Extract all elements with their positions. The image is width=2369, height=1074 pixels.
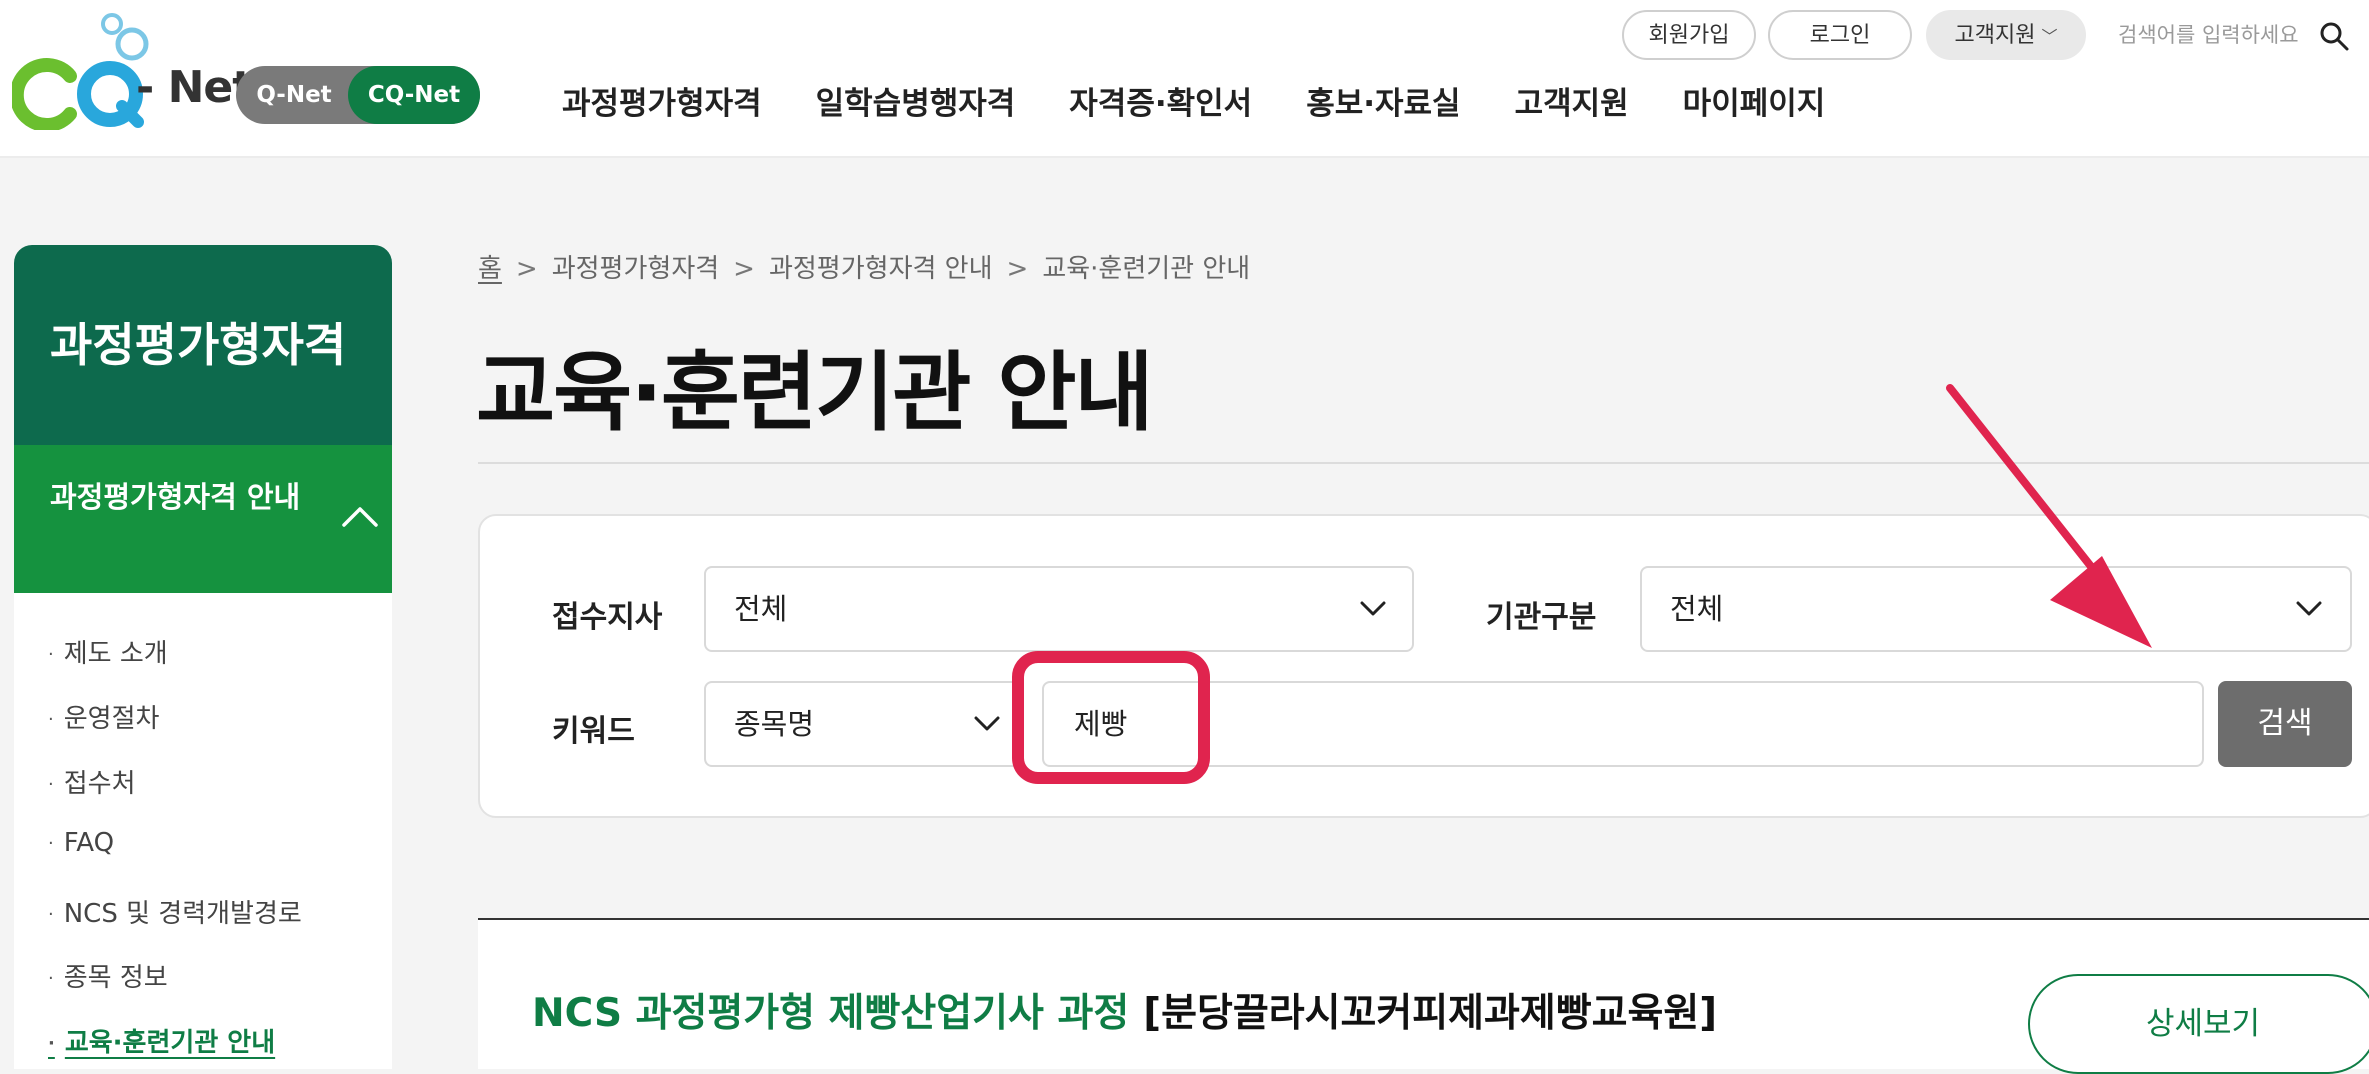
site-header: - Net Q-Net CQ-Net 과정평가형자격 일학습병행자격 자격증·확… [0,0,2369,158]
logo-net-text: - Net [136,62,253,113]
result-institute-name: [분당끌라시꼬커피제과제빵교육원] [1143,991,1718,1036]
sidebar-item-label: 제도 소개 [63,639,168,669]
sidebar-item-faq[interactable]: · FAQ [48,828,114,858]
sidebar-title: 과정평가형자격 [50,318,347,372]
result-course-name: NCS 과정평가형 제빵산업기사 과정 [532,991,1130,1036]
header-search-input[interactable]: 검색어를 입력하세요 [2118,10,2299,60]
keyword-input-value: 제빵 [1074,707,1128,741]
cq-net-toggle[interactable]: CQ-Net [348,66,480,124]
sidebar-section-label: 과정평가형자격 안내 [50,480,301,514]
bullet-icon: · [48,968,54,989]
bullet-icon: · [48,1033,55,1054]
keyword-type-value: 종목명 [734,707,815,741]
main-nav: 과정평가형자격 일학습병행자격 자격증·확인서 홍보·자료실 고객지원 마이페이… [562,78,1879,123]
title-divider [478,462,2369,464]
chevron-down-icon [1360,601,1386,616]
search-icon[interactable] [2318,20,2350,52]
branch-label: 접수지사 [552,600,663,635]
support-label: 고객지원 [1954,23,2036,48]
breadcrumb-item[interactable]: 과정평가형자격 [552,254,719,284]
bullet-icon: · [48,774,54,795]
sidebar-item-label: 접수처 [63,769,136,799]
result-item-title[interactable]: NCS 과정평가형 제빵산업기사 과정 [분당끌라시꼬커피제과제빵교육원] [532,982,1717,1038]
org-type-label: 기관구분 [1486,600,1597,635]
bullet-icon: · [48,644,54,665]
keyword-type-select[interactable]: 종목명 [704,681,1022,767]
breadcrumb-current: 교육·훈련기관 안내 [1042,254,1251,284]
sidebar-section-toggle[interactable]: 과정평가형자격 안내 [14,445,392,593]
support-dropdown[interactable]: 고객지원 ﹀ [1926,10,2086,60]
search-panel [478,514,2369,818]
join-button[interactable]: 회원가입 [1622,10,1756,60]
chevron-right-icon: > [733,254,755,284]
page-title: 교육·훈련기관 안내 [476,343,1154,443]
keyword-input[interactable]: 제빵 [1042,681,2204,767]
org-type-select-value: 전체 [1670,592,1724,626]
bullet-icon: · [48,833,54,854]
sidebar-item-ncs[interactable]: · NCS 및 경력개발경로 [48,893,302,930]
nav-item-work-study[interactable]: 일학습병행자격 [816,78,1016,123]
branch-select[interactable]: 전체 [704,566,1414,652]
sidebar-item-label: 교육·훈련기관 안내 [64,1028,276,1058]
chevron-right-icon: > [1006,254,1029,284]
keyword-label: 키워드 [552,714,635,749]
sidebar-item-subject-info[interactable]: · 종목 정보 [48,957,168,994]
search-button[interactable]: 검색 [2218,681,2352,767]
nav-item-course-eval[interactable]: 과정평가형자격 [562,78,762,123]
sidebar-item-training-institutes[interactable]: · 교육·훈련기관 안내 [48,1022,275,1059]
q-net-toggle[interactable]: Q-Net [236,66,352,124]
chevron-right-icon: > [515,254,538,284]
sidebar-item-label: FAQ [63,828,115,858]
branch-select-value: 전체 [734,592,788,626]
sidebar-item-procedure[interactable]: · 운영절차 [48,698,159,735]
chevron-up-icon [342,507,378,527]
nav-item-pr-resources[interactable]: 홍보·자료실 [1306,78,1460,123]
detail-view-button[interactable]: 상세보기 [2028,974,2369,1074]
nav-item-certificates[interactable]: 자격증·확인서 [1069,78,1252,123]
nav-item-support[interactable]: 고객지원 [1515,78,1629,123]
sidebar-item-label: 종목 정보 [63,963,168,993]
org-type-select[interactable]: 전체 [1640,566,2352,652]
login-button[interactable]: 로그인 [1768,10,1912,60]
bullet-icon: · [48,709,54,730]
sidebar-item-intro[interactable]: · 제도 소개 [48,633,168,670]
chevron-down-icon [974,716,1000,731]
sidebar-item-label: 운영절차 [63,704,160,734]
chevron-down-icon [2296,601,2322,616]
breadcrumb-item[interactable]: 과정평가형자격 안내 [769,254,993,284]
breadcrumb-home[interactable]: 홈 [478,254,502,284]
chevron-down-icon: ﹀ [2041,27,2058,46]
sidebar-item-label: NCS 및 경력개발경로 [63,899,302,929]
breadcrumb: 홈 > 과정평가형자격 > 과정평가형자격 안내 > 교육·훈련기관 안내 [478,248,1250,285]
net-switch: Q-Net CQ-Net [236,66,480,124]
nav-item-mypage[interactable]: 마이페이지 [1683,78,1826,123]
sidebar-header: 과정평가형자격 [14,245,392,445]
bullet-icon: · [48,904,54,925]
sidebar-item-reception[interactable]: · 접수처 [48,763,136,800]
sidebar-menu: · 제도 소개 · 운영절차 · 접수처 · FAQ · NCS 및 경력개발경로 · 종목… [14,593,392,1069]
